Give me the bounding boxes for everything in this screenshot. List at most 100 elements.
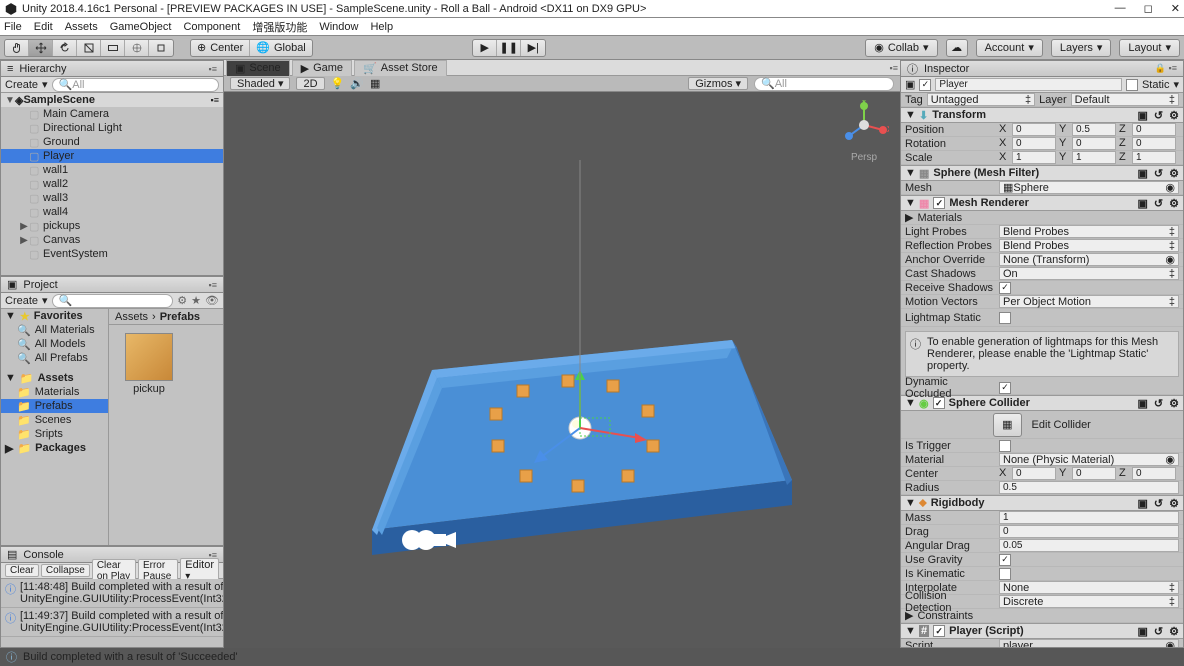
folder-materials[interactable]: 📁Materials — [1, 385, 108, 399]
help-icon[interactable]: ▣ — [1138, 109, 1148, 122]
asset-grid[interactable]: pickup — [109, 325, 223, 545]
collab-dropdown[interactable]: ◉Collab▾ — [865, 39, 937, 57]
light-toggle[interactable]: 💡 — [331, 77, 345, 90]
tab-scene[interactable]: ▣Scene — [226, 60, 290, 76]
packages-header[interactable]: ▶📁Packages — [1, 441, 108, 455]
menu-edit[interactable]: Edit — [34, 21, 53, 33]
step-button[interactable]: ▶| — [521, 40, 545, 56]
gear-icon[interactable]: ⚙ — [1169, 625, 1179, 638]
menu-file[interactable]: File — [4, 21, 22, 33]
hierarchy-item-pickups[interactable]: ▶▢pickups — [1, 219, 223, 233]
player-script-component[interactable]: ▼#✓Player (Script)▣↺⚙ — [901, 623, 1183, 639]
effects-toggle[interactable]: ▦ — [370, 77, 380, 90]
hierarchy-tree[interactable]: ▼◈ SampleScene ▪≡ ▢Main Camera▢Direction… — [1, 93, 223, 275]
receive-shadows-toggle[interactable]: ✓ — [999, 282, 1011, 294]
project-tab[interactable]: ▣ Project ▪≡ — [1, 277, 223, 293]
combined-tool[interactable] — [125, 40, 149, 56]
hierarchy-item-wall1[interactable]: ▢wall1 — [1, 163, 223, 177]
pos-z[interactable]: 0 — [1132, 123, 1176, 136]
menu-gameobject[interactable]: GameObject — [110, 21, 172, 33]
favorite-all-prefabs[interactable]: 🔍All Prefabs — [1, 351, 108, 365]
create-dropdown[interactable]: Create — [5, 295, 38, 307]
hierarchy-item-ground[interactable]: ▢Ground — [1, 135, 223, 149]
menu-component[interactable]: Component — [183, 21, 240, 33]
help-icon[interactable]: ▣ — [1138, 397, 1148, 410]
reset-icon[interactable]: ↺ — [1154, 197, 1163, 210]
gear-icon[interactable]: ⚙ — [1169, 497, 1179, 510]
custom-tool[interactable] — [149, 40, 173, 56]
collapse-toggle[interactable]: Collapse — [41, 564, 90, 577]
move-tool[interactable] — [29, 40, 53, 56]
reset-icon[interactable]: ↺ — [1154, 625, 1163, 638]
center-x[interactable]: 0 — [1012, 467, 1056, 480]
inspector-body[interactable]: ▣ ✓ Static▾ Tag Untagged‡ Layer Default‡… — [901, 77, 1183, 647]
favorites-header[interactable]: ▼★Favorites — [1, 309, 108, 323]
scale-x[interactable]: 1 — [1012, 151, 1056, 164]
project-search[interactable]: 🔍 — [52, 294, 174, 308]
panel-menu-icon[interactable]: ▪≡ — [890, 63, 898, 73]
assets-header[interactable]: ▼📁Assets — [1, 371, 108, 385]
hidden-icon[interactable]: 👁 — [205, 294, 219, 307]
pos-y[interactable]: 0.5 — [1072, 123, 1116, 136]
hierarchy-search[interactable]: 🔍All — [52, 78, 219, 92]
cloud-button[interactable]: ☁ — [946, 39, 968, 57]
layers-dropdown[interactable]: Layers▾ — [1051, 39, 1112, 57]
hierarchy-item-directional-light[interactable]: ▢Directional Light — [1, 121, 223, 135]
rot-z[interactable]: 0 — [1132, 137, 1176, 150]
mesh-field[interactable]: ▦Sphere◉ — [999, 181, 1179, 194]
folder-prefabs[interactable]: 📁Prefabs — [1, 399, 108, 413]
hierarchy-item-wall2[interactable]: ▢wall2 — [1, 177, 223, 191]
radius-input[interactable]: 0.5 — [999, 481, 1179, 494]
hand-tool[interactable] — [5, 40, 29, 56]
menu-assets[interactable]: Assets — [65, 21, 98, 33]
sc-enabled[interactable]: ✓ — [933, 397, 945, 409]
hierarchy-item-wall4[interactable]: ▢wall4 — [1, 205, 223, 219]
orientation-gizmo[interactable]: y x Persp — [836, 100, 892, 170]
menu-enhanced[interactable]: 增强版功能 — [252, 19, 307, 35]
shading-dropdown[interactable]: Shaded▾ — [230, 77, 290, 90]
favorite-all-materials[interactable]: 🔍All Materials — [1, 323, 108, 337]
scale-tool[interactable] — [77, 40, 101, 56]
angular-drag-input[interactable]: 0.05 — [999, 539, 1179, 552]
reflection-probes-dropdown[interactable]: Blend Probes‡ — [999, 239, 1179, 252]
center-y[interactable]: 0 — [1072, 467, 1116, 480]
use-gravity-toggle[interactable]: ✓ — [999, 554, 1011, 566]
static-toggle[interactable] — [1126, 79, 1138, 91]
play-button[interactable]: ▶ — [473, 40, 497, 56]
reset-icon[interactable]: ↺ — [1154, 167, 1163, 180]
transform-component[interactable]: ▼⬇Transform▣↺⚙ — [901, 107, 1183, 123]
lightmap-static-toggle[interactable] — [999, 312, 1011, 324]
breadcrumb-leaf[interactable]: Prefabs — [160, 311, 200, 323]
motion-vectors-dropdown[interactable]: Per Object Motion‡ — [999, 295, 1179, 308]
folder-sripts[interactable]: 📁Sripts — [1, 427, 108, 441]
project-tree[interactable]: ▼★Favorites 🔍All Materials🔍All Models🔍Al… — [1, 309, 109, 545]
reset-icon[interactable]: ↺ — [1154, 109, 1163, 122]
gizmos-dropdown[interactable]: Gizmos▾ — [688, 77, 748, 90]
center-z[interactable]: 0 — [1132, 467, 1176, 480]
asset-item[interactable]: pickup — [117, 333, 181, 395]
panel-menu-icon[interactable]: ▪≡ — [209, 280, 217, 290]
cast-shadows-dropdown[interactable]: On‡ — [999, 267, 1179, 280]
scene-root[interactable]: ▼◈ SampleScene ▪≡ — [1, 93, 223, 107]
pause-button[interactable]: ❚❚ — [497, 40, 521, 56]
reset-icon[interactable]: ↺ — [1154, 497, 1163, 510]
hierarchy-item-wall3[interactable]: ▢wall3 — [1, 191, 223, 205]
dynamic-occluded-toggle[interactable]: ✓ — [999, 382, 1011, 394]
name-input[interactable] — [935, 78, 1122, 91]
anchor-override-field[interactable]: None (Transform)◉ — [999, 253, 1179, 266]
hierarchy-item-player[interactable]: ▢Player — [1, 149, 223, 163]
space-toggle[interactable]: 🌐Global — [250, 40, 312, 56]
help-icon[interactable]: ▣ — [1138, 197, 1148, 210]
layout-dropdown[interactable]: Layout▾ — [1119, 39, 1180, 57]
drag-input[interactable]: 0 — [999, 525, 1179, 538]
pos-x[interactable]: 0 — [1012, 123, 1056, 136]
menu-help[interactable]: Help — [370, 21, 393, 33]
rot-x[interactable]: 0 — [1012, 137, 1056, 150]
filter-icon[interactable]: ⚙ — [177, 294, 187, 307]
inspector-tab[interactable]: ⓘ Inspector 🔒 ▪≡ — [901, 61, 1183, 77]
minimize-icon[interactable]: — — [1115, 2, 1126, 15]
active-toggle[interactable]: ✓ — [919, 79, 931, 91]
create-dropdown[interactable]: Create — [5, 79, 38, 91]
rot-y[interactable]: 0 — [1072, 137, 1116, 150]
scene-view[interactable]: y x Persp — [224, 92, 900, 648]
